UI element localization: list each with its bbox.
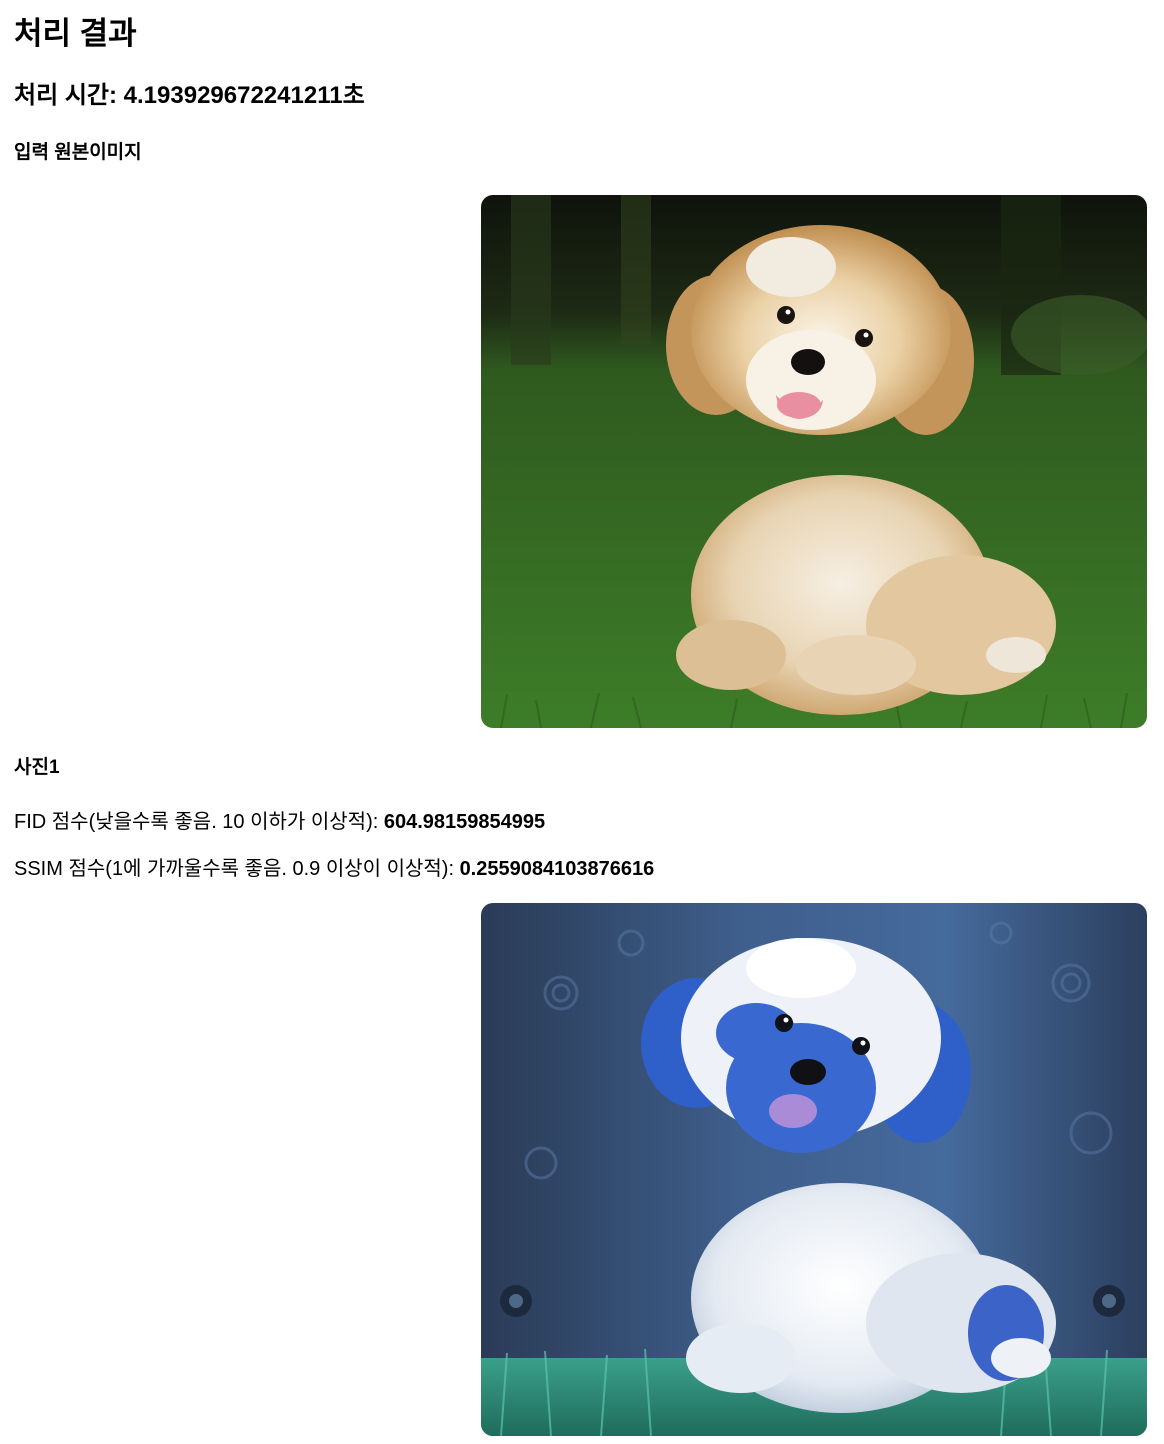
ssim-score-value: 0.2559084103876616 — [459, 858, 655, 880]
dog-photo-icon — [481, 195, 1147, 728]
ssim-score-label: SSIM 점수(1에 가까울수록 좋음. 0.9 이상이 이상적): — [14, 858, 460, 880]
fid-score-label: FID 점수(낮을수록 좋음. 10 이하가 이상적): — [14, 811, 384, 833]
ssim-score: SSIM 점수(1에 가까울수록 좋음. 0.9 이상이 이상적): 0.255… — [14, 855, 654, 883]
processing-time: 처리 시간: 4.193929672241211초 — [14, 80, 365, 112]
processing-time-label: 처리 시간: — [14, 82, 124, 109]
page-title: 처리 결과 — [14, 16, 137, 51]
result-1-image — [481, 903, 1147, 1436]
processing-time-value: 4.193929672241211 — [123, 82, 343, 109]
original-image-heading: 입력 원본이미지 — [14, 142, 142, 163]
fid-score: FID 점수(낮을수록 좋음. 10 이하가 이상적): 604.9815985… — [14, 808, 545, 836]
stylized-dog-photo-icon — [481, 903, 1147, 1436]
original-image — [481, 195, 1147, 728]
result-1-heading: 사진1 — [14, 757, 60, 778]
fid-score-value: 604.98159854995 — [383, 811, 546, 833]
processing-time-unit: 초 — [342, 82, 365, 109]
